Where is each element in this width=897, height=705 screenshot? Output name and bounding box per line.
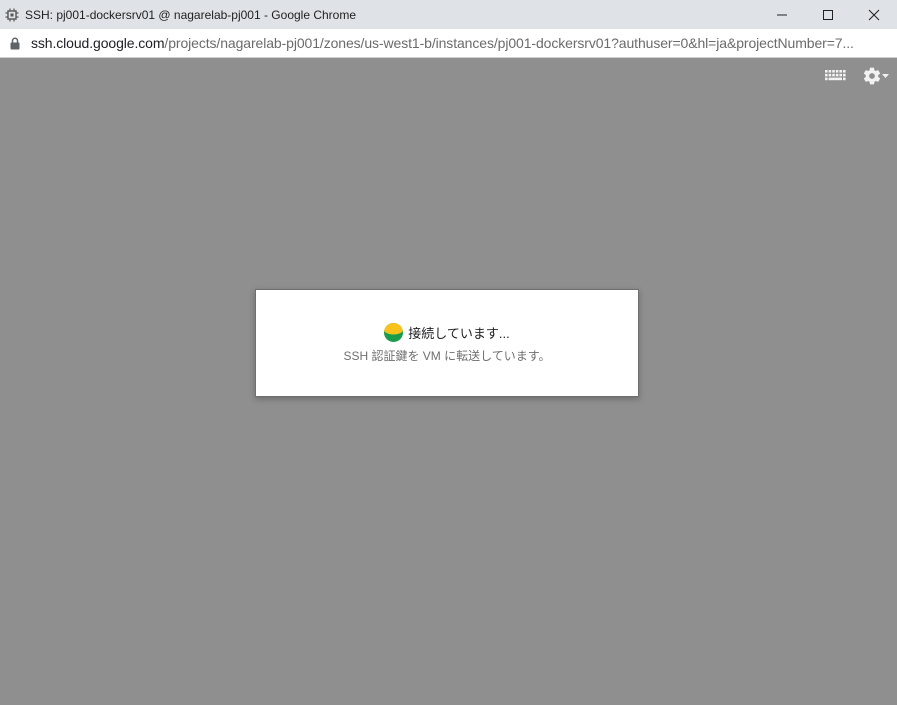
close-icon: [868, 9, 880, 20]
status-subtitle: SSH 認証鍵を VM に転送しています。: [343, 349, 551, 363]
ssh-toolbar: [824, 66, 889, 86]
gear-icon: [863, 67, 881, 85]
chevron-down-icon: [882, 73, 889, 78]
chip-icon: [4, 7, 20, 23]
url-path: /projects/nagarelab-pj001/zones/us-west1…: [164, 35, 854, 51]
spinner-icon: [384, 323, 404, 342]
window-title: SSH: pj001-dockersrv01 @ nagarelab-pj001…: [25, 7, 357, 22]
close-button[interactable]: [851, 0, 897, 29]
status-title: 接続しています...: [408, 326, 510, 341]
minimize-icon: [777, 14, 787, 15]
keyboard-icon[interactable]: [824, 68, 848, 84]
settings-button[interactable]: [862, 66, 889, 86]
address-bar[interactable]: ssh.cloud.google.com/projects/nagarelab-…: [0, 29, 897, 58]
status-row: 接続しています...: [256, 323, 638, 342]
browser-window: SSH: pj001-dockersrv01 @ nagarelab-pj001…: [0, 0, 897, 705]
url-text[interactable]: ssh.cloud.google.com/projects/nagarelab-…: [31, 35, 881, 51]
connecting-dialog: 接続しています... SSH 認証鍵を VM に転送しています。: [255, 289, 639, 397]
minimize-button[interactable]: [759, 0, 805, 29]
maximize-button[interactable]: [805, 0, 851, 29]
url-host: ssh.cloud.google.com: [31, 35, 165, 51]
maximize-icon: [823, 9, 833, 20]
window-controls: [759, 0, 897, 29]
lock-icon[interactable]: [9, 36, 21, 50]
title-bar[interactable]: SSH: pj001-dockersrv01 @ nagarelab-pj001…: [0, 0, 897, 29]
